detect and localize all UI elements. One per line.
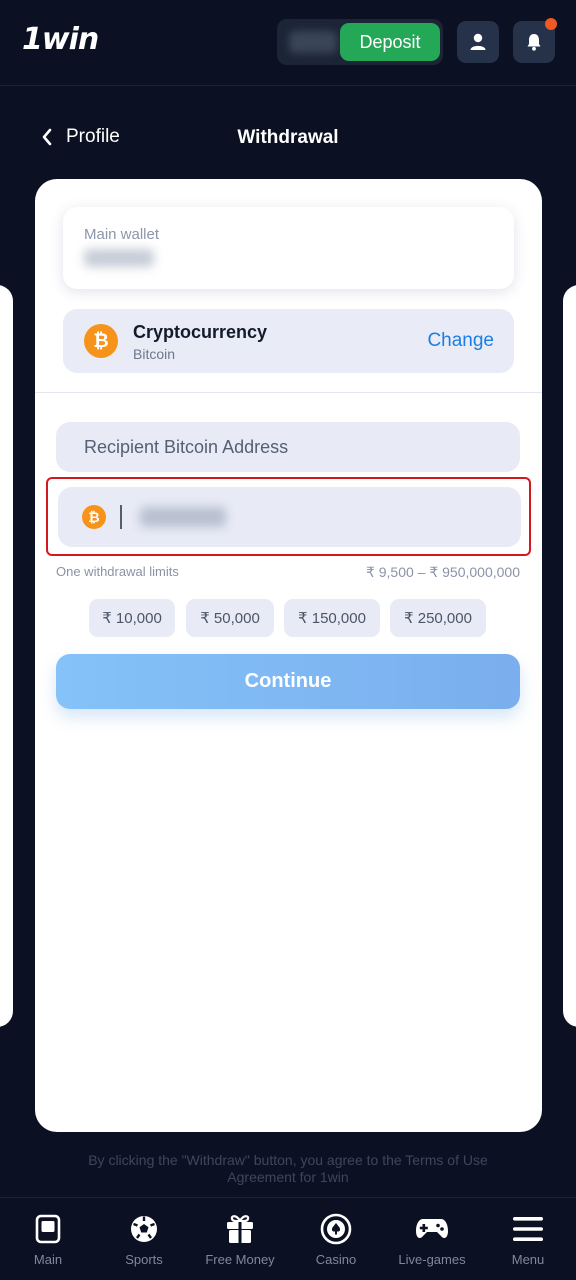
top-bar: 1win Deposit	[0, 0, 576, 86]
bell-icon	[527, 34, 541, 51]
limits-value: ₹ 9,500 – ₹ 950,000,000	[365, 564, 520, 580]
nav-casino[interactable]: Casino	[288, 1198, 384, 1280]
next-card-peek	[563, 285, 576, 1027]
limits-label: One withdrawal limits	[56, 564, 179, 579]
previous-card-peek	[0, 285, 13, 1027]
hamburger-menu-icon	[513, 1217, 543, 1241]
casino-chip-icon	[320, 1213, 352, 1245]
back-to-profile-link[interactable]: Profile	[40, 126, 120, 148]
nav-live-games[interactable]: Live-games	[384, 1198, 480, 1280]
nav-menu[interactable]: Menu	[480, 1198, 576, 1280]
amount-chip[interactable]: ₹ 50,000	[186, 599, 274, 637]
nav-label: Live-games	[398, 1252, 466, 1267]
withdrawal-card: Main wallet ₿ Cryptocurrency Bitcoin Cha…	[35, 179, 542, 1132]
user-icon	[470, 33, 486, 50]
continue-button[interactable]: Continue	[56, 654, 520, 709]
text-cursor	[120, 505, 122, 529]
method-subtitle: Bitcoin	[133, 346, 176, 362]
bitcoin-icon: ₿	[84, 324, 118, 358]
amount-chip[interactable]: ₹ 10,000	[89, 599, 175, 637]
soccer-ball-icon	[131, 1216, 157, 1242]
amount-chip[interactable]: ₹ 150,000	[284, 599, 380, 637]
app-logo[interactable]: 1win	[22, 22, 99, 57]
wallet-label: Main wallet	[84, 226, 160, 243]
nav-label: Main	[33, 1252, 63, 1267]
nav-label: Menu	[511, 1252, 545, 1267]
amount-chip[interactable]: ₹ 250,000	[390, 599, 486, 637]
gift-icon	[227, 1215, 253, 1243]
nav-free-money[interactable]: Free Money	[192, 1198, 288, 1280]
nav-label: Casino	[315, 1252, 357, 1267]
bitcoin-small-icon: ₿	[82, 505, 106, 529]
divider	[35, 392, 542, 393]
nav-label: Free Money	[205, 1252, 275, 1267]
chevron-left-icon	[42, 128, 52, 146]
deposit-button[interactable]: Deposit	[340, 23, 440, 61]
balance-value-hidden	[289, 31, 337, 53]
notification-dot	[545, 18, 557, 30]
main-icon	[35, 1214, 61, 1244]
notifications-button[interactable]	[513, 18, 557, 63]
profile-button[interactable]	[457, 21, 499, 63]
amount-input[interactable]: ₿	[58, 487, 521, 547]
wallet-box[interactable]: Main wallet	[63, 207, 514, 289]
method-name: Cryptocurrency	[133, 322, 268, 342]
nav-sports[interactable]: Sports	[96, 1198, 192, 1280]
change-method-link[interactable]: Change	[427, 330, 494, 352]
gamepad-icon	[416, 1219, 448, 1239]
recipient-address-input[interactable]	[56, 422, 520, 472]
nav-label: Sports	[125, 1252, 163, 1267]
back-label: Profile	[66, 126, 120, 147]
nav-main[interactable]: Main	[0, 1198, 96, 1280]
payment-method-row[interactable]: ₿ Cryptocurrency Bitcoin Change	[63, 309, 514, 373]
amount-field-highlight: ₿	[46, 477, 531, 556]
amount-value-hidden	[140, 507, 226, 527]
terms-text: By clicking the "Withdraw" button, you a…	[88, 1152, 488, 1185]
bottom-nav: Main Sports Free Money Casino Live-games…	[0, 1197, 576, 1280]
wallet-balance-hidden	[84, 249, 154, 267]
